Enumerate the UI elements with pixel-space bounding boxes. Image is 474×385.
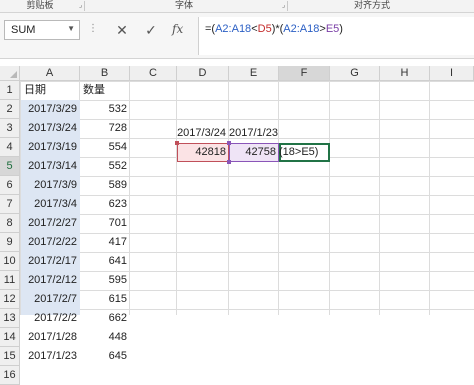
row-header-10[interactable]: 10 (0, 252, 20, 271)
row-header-6[interactable]: 6 (0, 176, 20, 195)
ribbon-group-label: 对齐方式 (353, 0, 390, 10)
row-header-7[interactable]: 7 (0, 195, 20, 214)
row-header-3[interactable]: 3 (0, 119, 20, 138)
insert-function-button[interactable]: fx (172, 22, 183, 36)
cell-a13[interactable]: 2017/2/2 (21, 309, 80, 328)
cell-b4[interactable]: 554 (80, 138, 130, 157)
row-header-1[interactable]: 1 (0, 81, 20, 100)
formula-text: =(A2:A18<D5)*(A2:A18>E5) (205, 23, 343, 35)
enter-button[interactable]: ✓ (143, 22, 159, 39)
grid-column-line (176, 81, 177, 315)
formula-token: =( (205, 23, 216, 35)
row-header-14[interactable]: 14 (0, 328, 20, 347)
formula-token: ) (339, 23, 343, 35)
cell-a6[interactable]: 2017/3/9 (21, 176, 80, 195)
cell-e4[interactable]: 2017/1/23 (229, 124, 279, 143)
column-header-f[interactable]: F (279, 66, 330, 81)
cell-a11[interactable]: 2017/2/12 (21, 271, 80, 290)
cell-b6[interactable]: 589 (80, 176, 130, 195)
grid-column-line (329, 81, 330, 315)
row-header-16[interactable]: 16 (0, 366, 20, 385)
cell-b15[interactable]: 645 (80, 347, 130, 366)
more-dots-icon: ⋮ (88, 23, 98, 34)
d5-resize-handle[interactable] (175, 141, 179, 145)
grid-column-line (429, 81, 430, 315)
dialog-launcher-icon[interactable]: ⌟ (282, 2, 285, 10)
formula-token: )*( (271, 23, 284, 35)
ribbon-group-bar (0, 0, 474, 13)
cell-b5[interactable]: 552 (80, 157, 130, 176)
row-header-9[interactable]: 9 (0, 233, 20, 252)
column-header-a[interactable]: A (20, 66, 80, 81)
cell-a2[interactable]: 2017/3/29 (21, 100, 80, 119)
row-header-2[interactable]: 2 (0, 100, 20, 119)
ribbon-group-label: 字体 (174, 0, 193, 10)
row-header-13[interactable]: 13 (0, 309, 20, 328)
cell-b2[interactable]: 532 (80, 100, 130, 119)
formula-token: E5 (325, 23, 340, 35)
cell-b9[interactable]: 417 (80, 233, 130, 252)
grid-column-line (278, 81, 279, 315)
column-header-e[interactable]: E (229, 66, 279, 81)
ribbon-group-label: 剪贴板 (26, 0, 54, 10)
row-header-4[interactable]: 4 (0, 138, 20, 157)
cell-d4[interactable]: 2017/3/24 (177, 124, 229, 143)
cell-a7[interactable]: 2017/3/4 (21, 195, 80, 214)
cell-b7[interactable]: 623 (80, 195, 130, 214)
column-header-i[interactable]: I (430, 66, 474, 81)
cell-a3[interactable]: 2017/3/24 (21, 119, 80, 138)
cell-b11[interactable]: 595 (80, 271, 130, 290)
e5-resize-handle-bottom[interactable] (227, 160, 231, 164)
column-header-d[interactable]: D (177, 66, 229, 81)
cell-a10[interactable]: 2017/2/17 (21, 252, 80, 271)
cell-a15[interactable]: 2017/1/23 (21, 347, 80, 366)
cell-b14[interactable]: 448 (80, 328, 130, 347)
cell-a1[interactable]: 日期 (21, 81, 80, 100)
cell-b8[interactable]: 701 (80, 214, 130, 233)
cell-a4[interactable]: 2017/3/19 (21, 138, 80, 157)
chevron-down-icon[interactable]: ▼ (67, 24, 75, 33)
cell-b13[interactable]: 662 (80, 309, 130, 328)
cell-a14[interactable]: 2017/1/28 (21, 328, 80, 347)
formula-token: A2:A18 (283, 23, 320, 35)
ribbon-separator (84, 1, 85, 11)
row-header-8[interactable]: 8 (0, 214, 20, 233)
formula-token: D5 (257, 23, 272, 35)
cell-a9[interactable]: 2017/2/22 (21, 233, 80, 252)
row-header-12[interactable]: 12 (0, 290, 20, 309)
column-header-c[interactable]: C (130, 66, 177, 81)
cell-a12[interactable]: 2017/2/7 (21, 290, 80, 309)
dialog-launcher-icon[interactable]: ⌟ (79, 2, 82, 10)
row-header-11[interactable]: 11 (0, 271, 20, 290)
formula-token: A2:A18 (215, 23, 252, 35)
cell-b3[interactable]: 728 (80, 119, 130, 138)
row-header-15[interactable]: 15 (0, 347, 20, 366)
cell-d5[interactable]: 42818 (177, 143, 229, 162)
ribbon-separator (287, 1, 288, 11)
cell-b12[interactable]: 615 (80, 290, 130, 309)
cell-b1[interactable]: 数量 (80, 81, 130, 100)
row-header-5[interactable]: 5 (0, 157, 20, 176)
grid-column-line (379, 81, 380, 315)
select-all-corner[interactable] (0, 66, 20, 81)
formula-input[interactable]: =(A2:A18<D5)*(A2:A18>E5) (198, 17, 474, 55)
cell-a5[interactable]: 2017/3/14 (21, 157, 80, 176)
column-header-b[interactable]: B (80, 66, 130, 81)
column-header-g[interactable]: G (330, 66, 380, 81)
name-box[interactable]: SUM ▼ (4, 20, 80, 40)
cell-a8[interactable]: 2017/2/27 (21, 214, 80, 233)
grid-column-line (228, 81, 229, 315)
name-box-value: SUM (11, 24, 36, 36)
cell-f5-editing[interactable]: (18>E5) (277, 143, 329, 162)
column-header-h[interactable]: H (380, 66, 430, 81)
cell-e5[interactable]: 42758 (229, 143, 279, 162)
cancel-button[interactable]: ✕ (114, 22, 130, 39)
e5-resize-handle[interactable] (227, 141, 231, 145)
cell-b10[interactable]: 641 (80, 252, 130, 271)
